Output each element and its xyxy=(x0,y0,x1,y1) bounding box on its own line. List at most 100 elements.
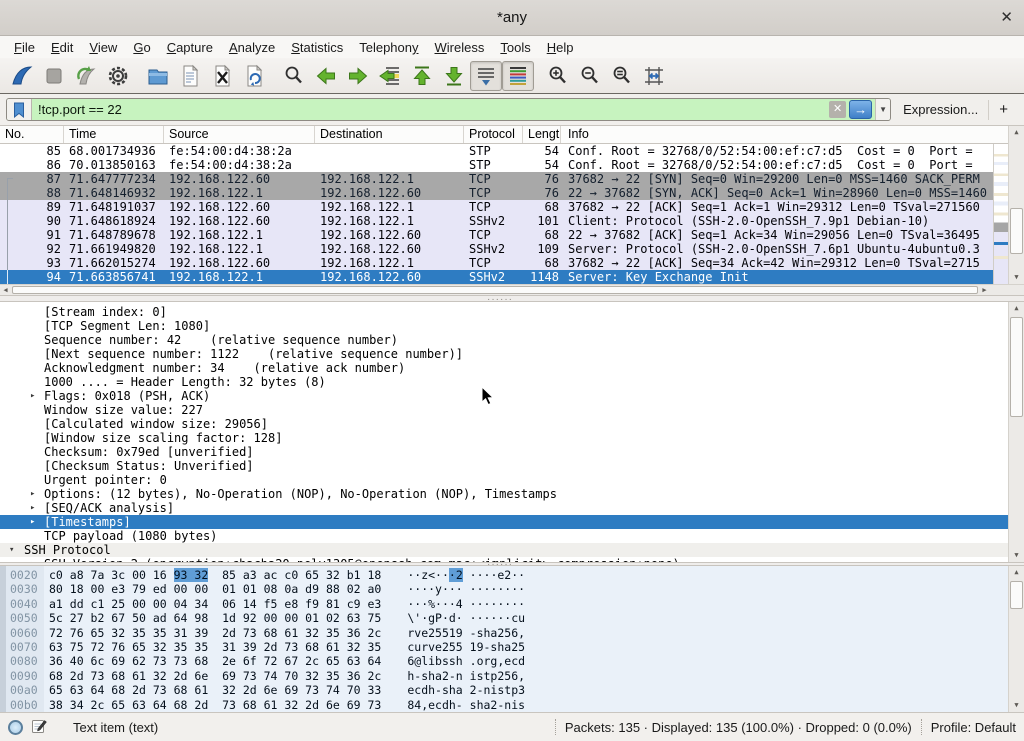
resize-columns-icon[interactable] xyxy=(638,61,670,91)
scrollbar-thumb[interactable] xyxy=(1010,208,1023,254)
intelligent-scrollbar-minimap[interactable] xyxy=(993,144,1008,284)
go-first-packet-icon[interactable] xyxy=(406,61,438,91)
go-forward-icon[interactable] xyxy=(342,61,374,91)
open-file-icon[interactable] xyxy=(142,61,174,91)
scroll-up-arrow-icon[interactable]: ▲ xyxy=(1009,302,1024,315)
menu-telephony[interactable]: Telephony xyxy=(351,39,426,56)
display-filter-input[interactable]: !tcp.port == 22 ✕ → ▼ xyxy=(6,98,891,121)
detail-next-sequence-number[interactable]: [Next sequence number: 1122 (relative se… xyxy=(0,347,1008,361)
menu-wireless[interactable]: Wireless xyxy=(427,39,493,56)
status-profile[interactable]: Profile: Default xyxy=(931,720,1016,735)
details-vscrollbar[interactable]: ▲ ▼ xyxy=(1008,302,1024,562)
detail-ssh-protocol[interactable]: ▾SSH Protocol xyxy=(0,543,1008,557)
close-window-button[interactable]: ✕ xyxy=(1000,8,1013,26)
expand-arrow-icon[interactable]: ▸ xyxy=(30,501,35,515)
scrollbar-thumb[interactable] xyxy=(1010,317,1023,417)
filter-dropdown-caret[interactable]: ▼ xyxy=(875,99,890,120)
go-to-packet-icon[interactable] xyxy=(374,61,406,91)
menu-help[interactable]: Help xyxy=(539,39,582,56)
restart-capture-icon[interactable] xyxy=(70,61,102,91)
detail-urgent-pointer[interactable]: Urgent pointer: 0 xyxy=(0,473,1008,487)
menu-capture[interactable]: Capture xyxy=(159,39,221,56)
title-bar[interactable]: *any ✕ xyxy=(0,0,1024,36)
column-header-destination[interactable]: Destination xyxy=(315,126,464,143)
packet-row-94-selected[interactable]: 9471.663856741192.168.122.1192.168.122.6… xyxy=(0,270,993,284)
auto-scroll-icon[interactable] xyxy=(470,61,502,91)
packet-row-91[interactable]: 9171.648789678192.168.122.1192.168.122.6… xyxy=(0,228,993,242)
hex-row-00b0[interactable]: 00b038 34 2c 65 63 64 68 2d 73 68 61 32 … xyxy=(0,698,1008,712)
menu-statistics[interactable]: Statistics xyxy=(283,39,351,56)
save-file-icon[interactable] xyxy=(174,61,206,91)
column-header-info[interactable]: Info xyxy=(561,126,1008,143)
column-header-no[interactable]: No. xyxy=(0,126,64,143)
detail-timestamps-selected[interactable]: ▸[Timestamps] xyxy=(0,515,1008,529)
detail-calculated-window[interactable]: [Calculated window size: 29056] xyxy=(0,417,1008,431)
packet-row-85[interactable]: 8568.001734936fe:54:00:d4:38:2aSTP54Conf… xyxy=(0,144,993,158)
packet-row-88[interactable]: 8871.648146932192.168.122.1192.168.122.6… xyxy=(0,186,993,200)
menu-file[interactable]: File xyxy=(6,39,43,56)
capture-options-icon[interactable] xyxy=(102,61,134,91)
zoom-original-icon[interactable] xyxy=(606,61,638,91)
go-back-icon[interactable] xyxy=(310,61,342,91)
go-last-packet-icon[interactable] xyxy=(438,61,470,91)
bytes-vscrollbar[interactable]: ▲ ▼ xyxy=(1008,566,1024,712)
expand-arrow-icon[interactable]: ▸ xyxy=(30,515,35,529)
hex-row-0040[interactable]: 0040a1 dd c1 25 00 00 04 34 06 14 f5 e8 … xyxy=(0,597,1008,611)
scroll-up-arrow-icon[interactable]: ▲ xyxy=(1009,126,1024,139)
menu-go[interactable]: Go xyxy=(125,39,158,56)
detail-checksum[interactable]: Checksum: 0x79ed [unverified] xyxy=(0,445,1008,459)
detail-tcp-payload[interactable]: TCP payload (1080 bytes) xyxy=(0,529,1008,543)
expert-info-icon[interactable] xyxy=(8,720,23,735)
hex-row-0060[interactable]: 006072 76 65 32 35 35 31 39 2d 73 68 61 … xyxy=(0,626,1008,640)
detail-header-length[interactable]: 1000 .... = Header Length: 32 bytes (8) xyxy=(0,375,1008,389)
packet-list-vscrollbar[interactable]: ▲ ▼ xyxy=(1008,126,1024,284)
expression-button[interactable]: Expression... xyxy=(891,102,988,117)
detail-sequence-number[interactable]: Sequence number: 42 (relative sequence n… xyxy=(0,333,1008,347)
hex-row-0050[interactable]: 00505c 27 b2 67 50 ad 64 98 1d 92 00 00 … xyxy=(0,611,1008,625)
close-file-icon[interactable] xyxy=(206,61,238,91)
detail-seq-ack-analysis[interactable]: ▸[SEQ/ACK analysis] xyxy=(0,501,1008,515)
add-filter-button[interactable]: + xyxy=(988,100,1018,120)
scroll-up-arrow-icon[interactable]: ▲ xyxy=(1009,566,1024,579)
detail-ack-number[interactable]: Acknowledgment number: 34 (relative ack … xyxy=(0,361,1008,375)
detail-stream-index[interactable]: [Stream index: 0] xyxy=(0,305,1008,319)
hex-row-00a0[interactable]: 00a065 63 64 68 2d 73 68 61 32 2d 6e 69 … xyxy=(0,683,1008,697)
detail-window-size[interactable]: Window size value: 227 xyxy=(0,403,1008,417)
zoom-in-icon[interactable] xyxy=(542,61,574,91)
filter-bookmark-button[interactable] xyxy=(7,99,32,120)
scroll-left-arrow-icon[interactable]: ◀ xyxy=(0,285,11,295)
scroll-down-arrow-icon[interactable]: ▼ xyxy=(1009,549,1024,562)
menu-tools[interactable]: Tools xyxy=(492,39,538,56)
scroll-down-arrow-icon[interactable]: ▼ xyxy=(1009,271,1024,284)
find-packet-icon[interactable] xyxy=(278,61,310,91)
detail-segment-len[interactable]: [TCP Segment Len: 1080] xyxy=(0,319,1008,333)
hex-row-0080[interactable]: 008036 40 6c 69 62 73 73 68 2e 6f 72 67 … xyxy=(0,654,1008,668)
packet-list-details-splitter[interactable]: ······ xyxy=(0,295,1024,302)
detail-window-scaling[interactable]: [Window size scaling factor: 128] xyxy=(0,431,1008,445)
menu-analyze[interactable]: Analyze xyxy=(221,39,283,56)
scroll-right-arrow-icon[interactable]: ▶ xyxy=(979,285,990,295)
menu-view[interactable]: View xyxy=(81,39,125,56)
filter-text[interactable]: !tcp.port == 22 xyxy=(32,102,829,117)
column-header-protocol[interactable]: Protocol xyxy=(464,126,523,143)
reload-file-icon[interactable] xyxy=(238,61,270,91)
scroll-down-arrow-icon[interactable]: ▼ xyxy=(1009,699,1024,712)
menu-edit[interactable]: Edit xyxy=(43,39,81,56)
hex-row-0020[interactable]: 0020 c0 a8 7a 3c 00 16 93 32 85 a3 ac c0… xyxy=(0,568,1008,582)
colorize-packets-icon[interactable] xyxy=(502,61,534,91)
hex-row-0030[interactable]: 003080 18 00 e3 79 ed 00 00 01 01 08 0a … xyxy=(0,582,1008,596)
detail-flags[interactable]: ▸Flags: 0x018 (PSH, ACK) xyxy=(0,389,1008,403)
column-header-length[interactable]: Length xyxy=(523,126,561,143)
zoom-out-icon[interactable] xyxy=(574,61,606,91)
stop-capture-icon[interactable] xyxy=(38,61,70,91)
filter-clear-button[interactable]: ✕ xyxy=(829,101,846,118)
expand-arrow-icon[interactable]: ▸ xyxy=(30,487,35,501)
packet-row-86[interactable]: 8670.013850163fe:54:00:d4:38:2aSTP54Conf… xyxy=(0,158,993,172)
packet-row-92[interactable]: 9271.661949820192.168.122.1192.168.122.6… xyxy=(0,242,993,256)
packet-row-90[interactable]: 9071.648618924192.168.122.60192.168.122.… xyxy=(0,214,993,228)
detail-checksum-status[interactable]: [Checksum Status: Unverified] xyxy=(0,459,1008,473)
column-header-source[interactable]: Source xyxy=(164,126,315,143)
hscrollbar-thumb[interactable] xyxy=(12,286,978,294)
scrollbar-thumb[interactable] xyxy=(1010,581,1023,609)
expand-arrow-icon[interactable]: ▸ xyxy=(30,389,35,403)
